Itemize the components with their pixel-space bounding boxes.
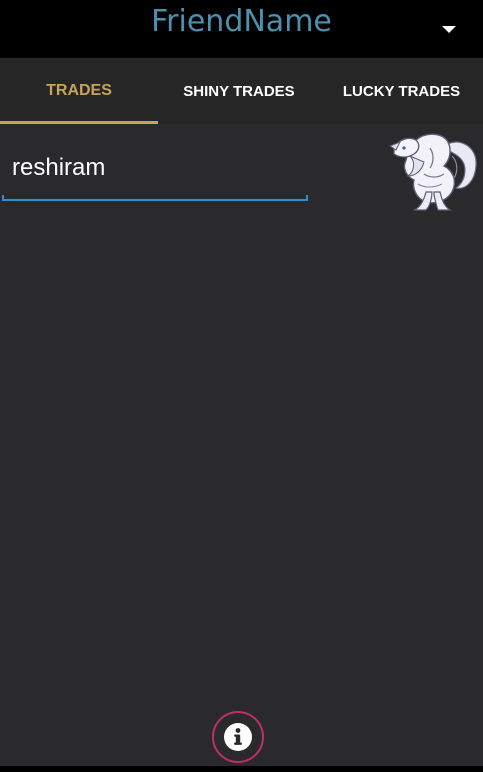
- tab-lucky-trades[interactable]: LUCKY TRADES: [320, 58, 483, 124]
- tab-trades[interactable]: TRADES: [0, 58, 158, 124]
- pokemon-search-input[interactable]: [2, 140, 308, 196]
- app-screen: FriendName TRADES SHINY TRADES LUCKY TRA…: [0, 0, 483, 766]
- caret-down-icon[interactable]: [442, 26, 456, 33]
- bottom-edge: [0, 766, 483, 772]
- tab-bar: TRADES SHINY TRADES LUCKY TRADES: [0, 58, 483, 124]
- info-button[interactable]: [212, 711, 264, 763]
- active-tab-indicator: [0, 121, 158, 124]
- reshiram-sprite: [388, 133, 477, 211]
- tab-shiny-trades[interactable]: SHINY TRADES: [158, 58, 320, 124]
- pokemon-search: [2, 140, 308, 202]
- search-input-underline: [2, 195, 308, 201]
- app-header: FriendName: [0, 0, 483, 58]
- friend-name-title[interactable]: FriendName: [0, 4, 483, 40]
- info-icon: [224, 723, 252, 751]
